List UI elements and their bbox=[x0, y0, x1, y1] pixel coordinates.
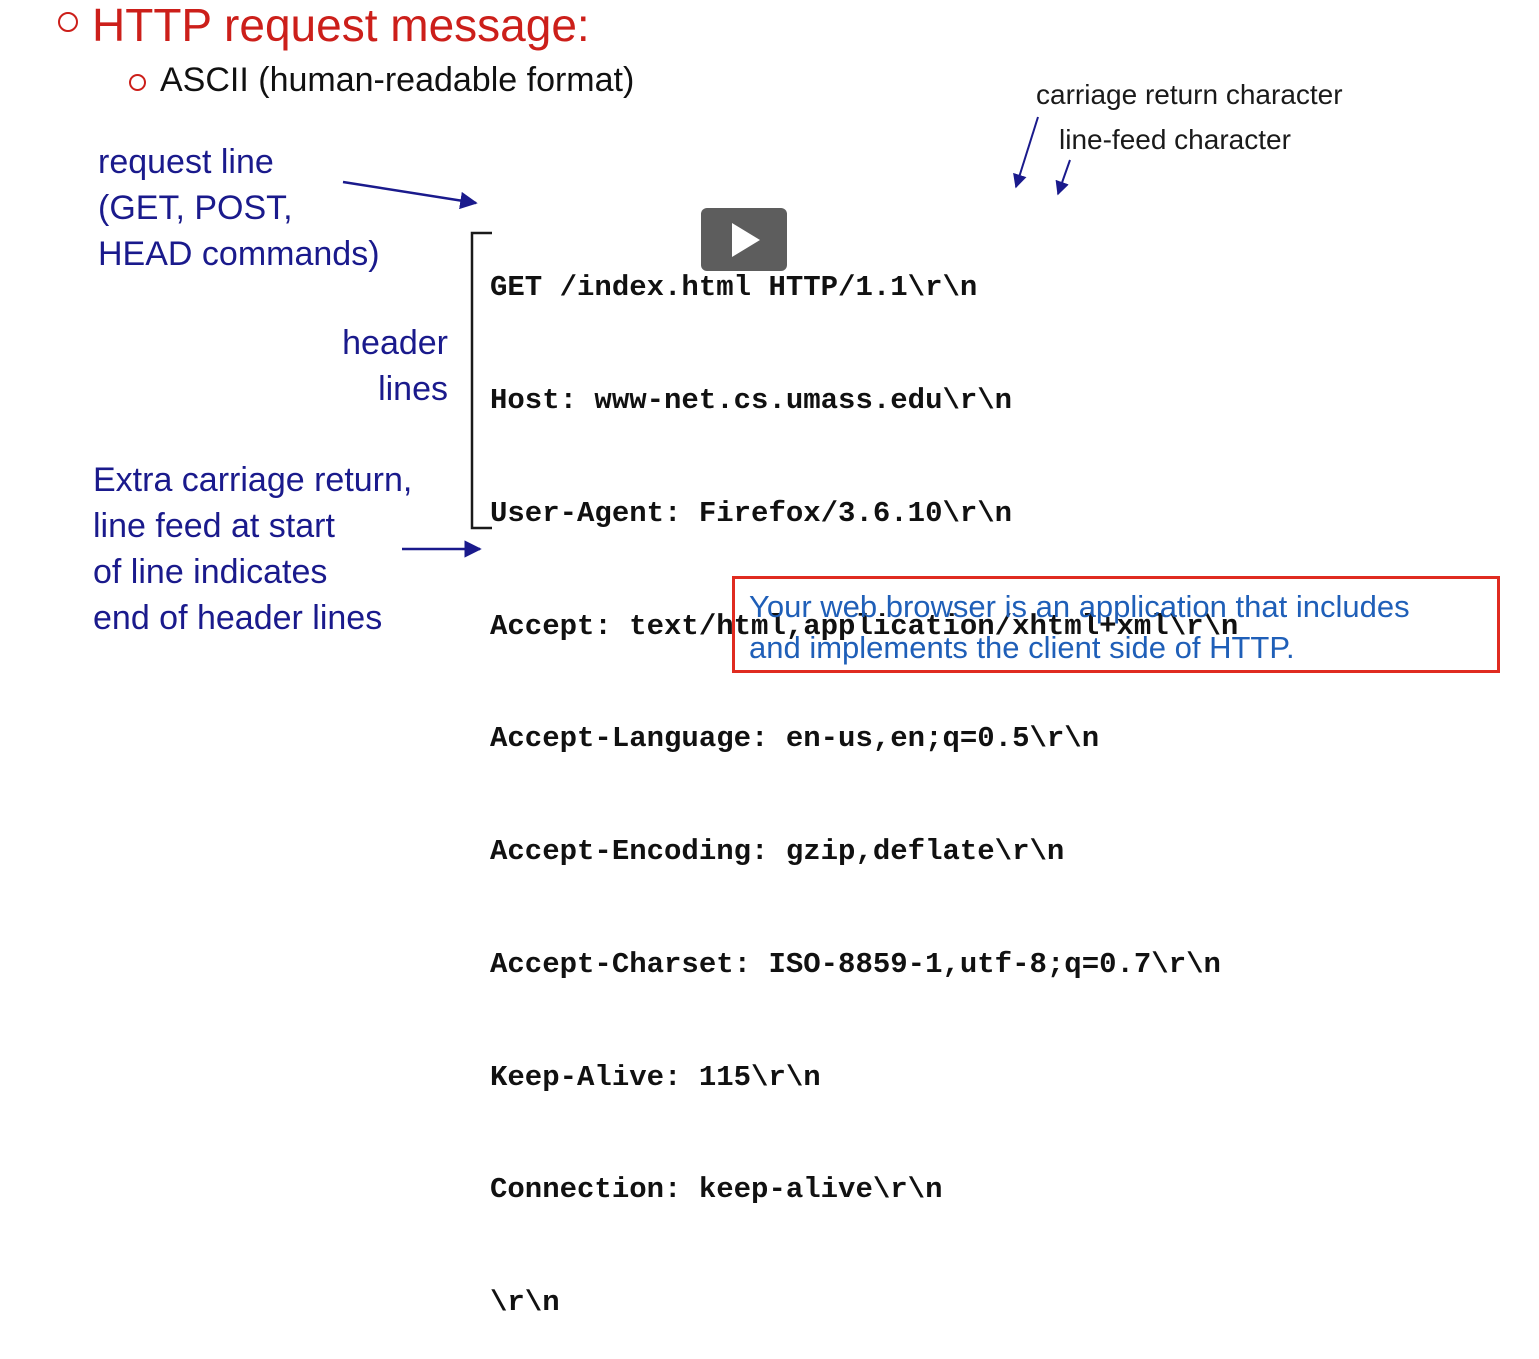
carriage-return-arrow bbox=[1013, 116, 1039, 189]
end-of-headers-line: \r\n bbox=[490, 1286, 560, 1320]
header-line-accept-language: Accept-Language: en-us,en;q=0.5\r\n bbox=[490, 722, 1100, 756]
line-feed-arrow bbox=[1055, 159, 1071, 196]
video-play-button[interactable] bbox=[701, 208, 787, 271]
note-line: and implements the client side of HTTP. bbox=[749, 630, 1295, 665]
note-line: Your web browser is an application that … bbox=[749, 589, 1410, 624]
play-icon bbox=[732, 223, 760, 257]
header-line-accept-charset: Accept-Charset: ISO-8859-1,utf-8;q=0.7\r… bbox=[490, 947, 1221, 981]
header-line-connection: Connection: keep-alive\r\n bbox=[490, 1173, 943, 1207]
header-lines-bracket bbox=[470, 231, 492, 530]
header-line-keep-alive: Keep-Alive: 115\r\n bbox=[490, 1060, 821, 1094]
request-line-arrow bbox=[342, 180, 478, 210]
header-line-accept-encoding: Accept-Encoding: gzip,deflate\r\n bbox=[490, 835, 1065, 869]
note-box: Your web browser is an application that … bbox=[732, 576, 1500, 673]
